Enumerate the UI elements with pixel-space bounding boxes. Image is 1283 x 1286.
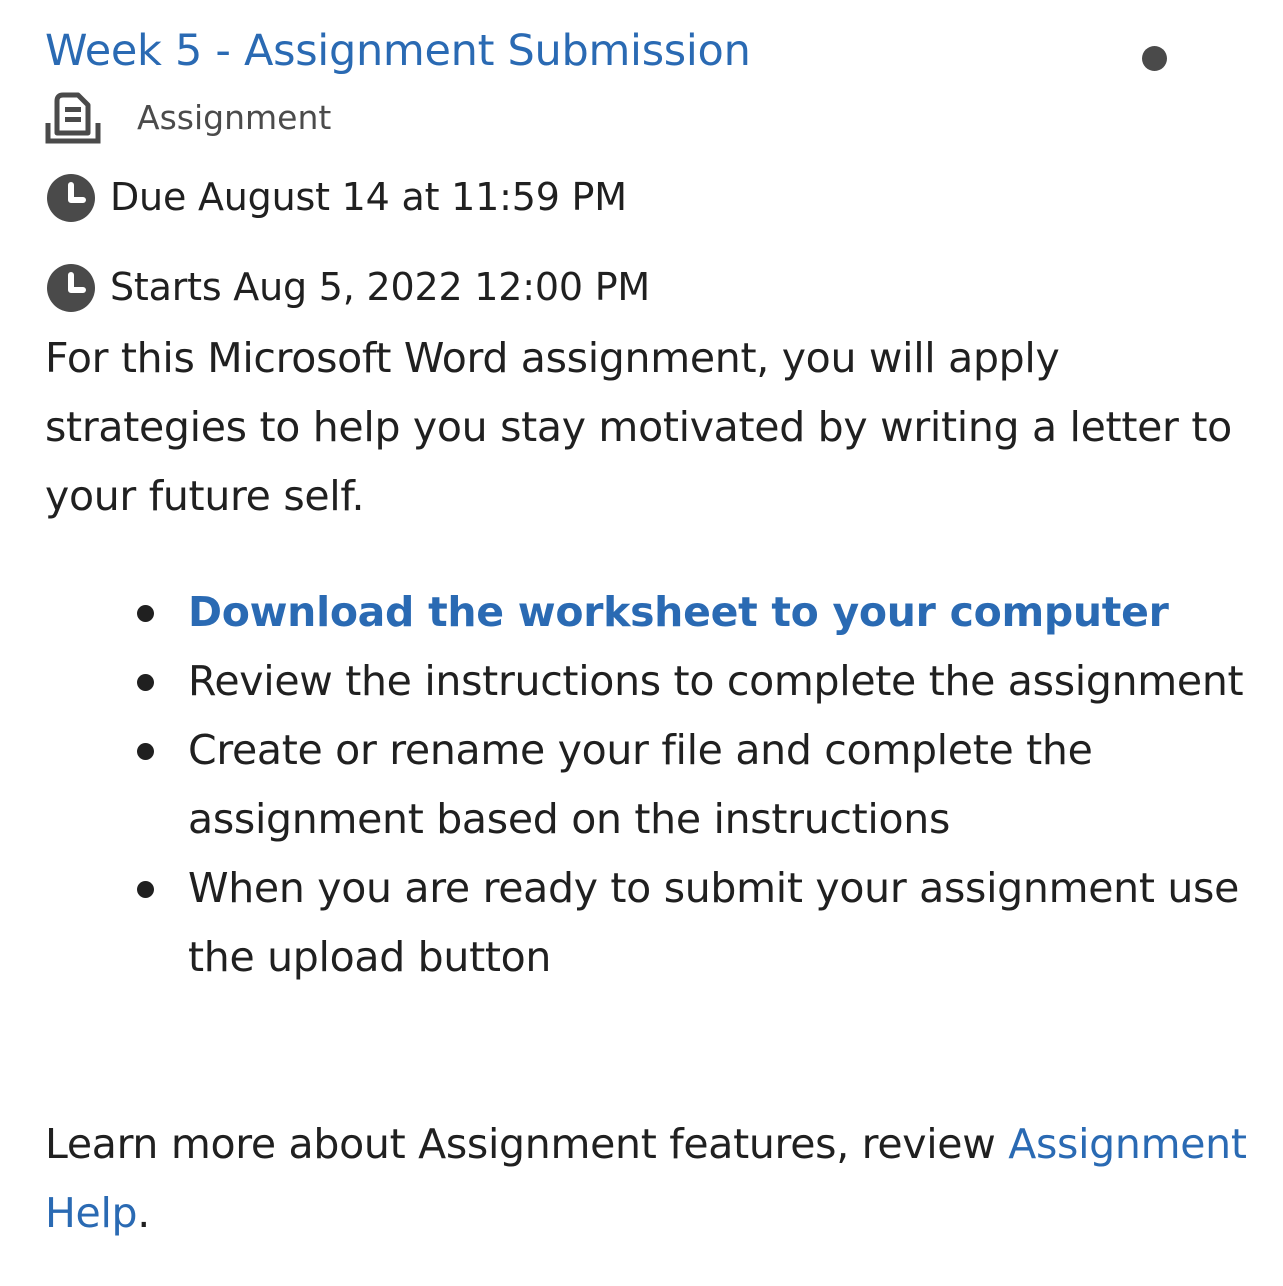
clock-icon	[45, 261, 97, 313]
bullet-icon	[137, 881, 154, 898]
help-prefix-text: Learn more about Assignment features, re…	[45, 1120, 1009, 1168]
list-item-text: Create or rename your file and complete …	[188, 726, 1093, 843]
list-item: Create or rename your file and complete …	[45, 716, 1260, 854]
start-date-text: Starts Aug 5, 2022 12:00 PM	[110, 265, 650, 309]
bullet-icon	[137, 674, 154, 691]
list-item: When you are ready to submit your assign…	[45, 854, 1260, 992]
bullet-icon	[137, 605, 154, 622]
clock-icon	[45, 171, 97, 223]
unread-indicator-dot	[1142, 46, 1167, 71]
instruction-list: Download the worksheet to your computer …	[45, 578, 1260, 992]
title-row: Week 5 - Assignment Submission	[45, 26, 1260, 86]
assignment-type-label: Assignment	[137, 97, 332, 137]
start-date-row: Starts Aug 5, 2022 12:00 PM	[45, 259, 650, 315]
assignment-description: For this Microsoft Word assignment, you …	[45, 334, 1232, 520]
assignment-icon	[45, 89, 101, 145]
list-item-text: Review the instructions to complete the …	[188, 657, 1244, 705]
bullet-icon	[137, 743, 154, 760]
assignment-type-row: Assignment	[45, 88, 331, 146]
assignment-title-link[interactable]: Week 5 - Assignment Submission	[45, 26, 751, 76]
help-suffix-text: .	[137, 1189, 151, 1237]
list-item: Download the worksheet to your computer	[45, 578, 1260, 647]
due-date-row: Due August 14 at 11:59 PM	[45, 169, 627, 225]
download-worksheet-link[interactable]: Download the worksheet to your computer	[188, 588, 1169, 636]
due-date-text: Due August 14 at 11:59 PM	[110, 175, 627, 219]
list-item: Review the instructions to complete the …	[45, 647, 1260, 716]
help-paragraph: Learn more about Assignment features, re…	[45, 1110, 1260, 1248]
list-item-text: When you are ready to submit your assign…	[188, 864, 1239, 981]
